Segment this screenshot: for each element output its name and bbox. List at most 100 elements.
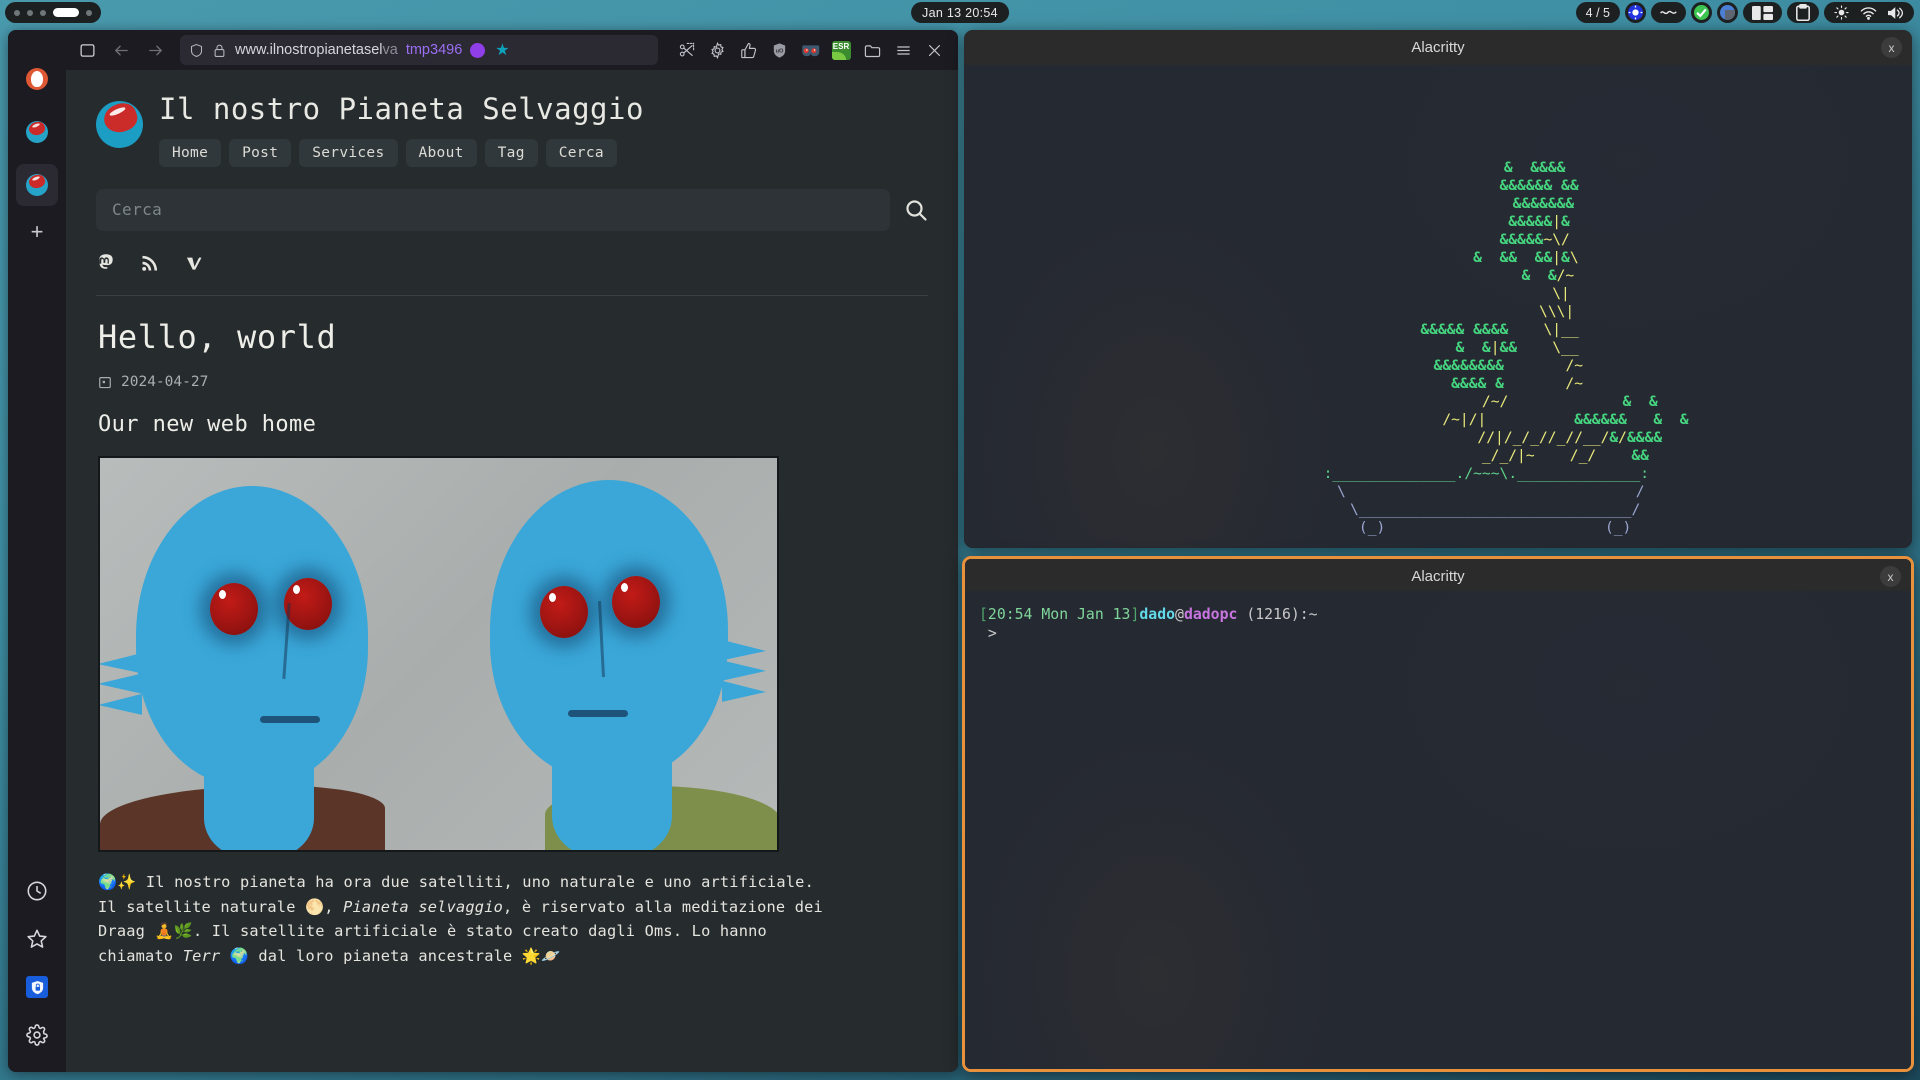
search-row: Cerca [96, 188, 928, 231]
tab-planet-2-selected[interactable]: × [16, 164, 58, 206]
title-bar[interactable]: Alacritty x [964, 30, 1912, 65]
sidebar-toggle-icon[interactable] [72, 35, 102, 65]
prompt-time: 20:54 Mon Jan 13 [987, 606, 1131, 623]
title-bar[interactable]: Alacritty x [965, 559, 1911, 594]
svg-text:uO: uO [775, 48, 783, 54]
container-tag-label[interactable]: tmp3496 [406, 42, 462, 58]
wave-icon[interactable] [1651, 2, 1686, 23]
thumbs-up-icon[interactable] [734, 36, 762, 64]
lock-icon [214, 44, 225, 57]
mouth [568, 709, 628, 717]
search-icon[interactable] [904, 198, 928, 222]
window-title: Alacritty [1411, 568, 1465, 585]
post-title: Hello, world [98, 317, 337, 356]
window-layout-icon[interactable] [1743, 2, 1782, 23]
planet-icon [26, 121, 48, 143]
workspace-dot-1[interactable] [14, 9, 20, 16]
web-page-content: Il nostro Pianeta Selvaggio Home Post Se… [66, 70, 958, 1072]
post-body: 🌍✨ Il nostro pianeta ha ora due satellit… [98, 870, 828, 969]
back-arrow-icon[interactable] [106, 35, 136, 65]
workspace-dot-4-active[interactable] [53, 8, 79, 17]
new-tab-button[interactable]: + [31, 221, 44, 243]
planet-logo-icon[interactable] [96, 101, 143, 148]
site-header: Il nostro Pianeta Selvaggio Home Post Se… [66, 70, 958, 295]
search-input[interactable]: Cerca [96, 188, 890, 231]
terminal-body[interactable]: [20:54 Mon Jan 13]dado@dadopc (1216):~ > [965, 591, 1911, 1069]
alacritty-window-bottom-focused[interactable]: Alacritty x [20:54 Mon Jan 13]dado@dadop… [962, 556, 1914, 1072]
site-title: Il nostro Pianeta Selvaggio [159, 92, 644, 126]
eye [210, 582, 258, 635]
nav-item-services[interactable]: Services [299, 138, 398, 167]
glasses-face-icon[interactable] [796, 36, 824, 64]
brand-row: Il nostro Pianeta Selvaggio Home Post Se… [96, 92, 928, 167]
desktop-status-bar: Jan 13 20:54 4 / 5 [0, 0, 1920, 25]
bitwarden-vault-icon[interactable] [26, 976, 48, 998]
rss-icon[interactable] [140, 253, 160, 273]
nav-item-cerca[interactable]: Cerca [545, 138, 617, 167]
url-bar[interactable]: www.ilnostropianetaselva tmp3496 ★ [180, 35, 658, 65]
planet-icon [26, 174, 48, 196]
container-color-dot [470, 42, 486, 58]
eye [284, 577, 332, 630]
shell-prompt: [20:54 Mon Jan 13]dado@dadopc (1216):~ > [965, 591, 1911, 643]
gear-icon[interactable] [703, 36, 731, 64]
quick-settings[interactable] [1824, 2, 1914, 23]
system-tray: 4 / 5 [1575, 2, 1914, 23]
nav-item-post[interactable]: Post [229, 138, 292, 167]
url-text[interactable]: www.ilnostropianetaselva [235, 42, 398, 58]
post-image [98, 455, 779, 852]
mastodon-icon[interactable] [96, 253, 116, 273]
terminal-body[interactable]: & &&&& &&&&&& && &&&&&&& &&&&&|& &&&&&~\… [964, 65, 1912, 548]
close-icon[interactable]: x [1881, 37, 1902, 58]
bluetooth-icon[interactable] [1717, 2, 1738, 23]
volume-icon [1888, 6, 1904, 19]
workspace-dot-2[interactable] [27, 9, 33, 16]
esr-leaf-badge-icon[interactable]: ESR [827, 36, 855, 64]
close-icon[interactable]: x [1880, 566, 1901, 587]
close-window-icon[interactable] [920, 36, 948, 64]
brightness-blue-icon[interactable] [1625, 2, 1646, 23]
vimeo-icon[interactable] [184, 253, 204, 273]
prompt-cursor-line: > [979, 625, 997, 642]
esr-label: ESR [832, 41, 850, 51]
nav-item-tag[interactable]: Tag [484, 138, 538, 167]
bookmarks-star-icon[interactable] [26, 928, 48, 950]
eye [612, 575, 660, 628]
tab-duckduckgo[interactable] [16, 58, 58, 100]
browser-toolbar: www.ilnostropianetaselva tmp3496 ★ uO ES… [66, 30, 958, 70]
article: Hello, world 2024-04-27 Our new web home [66, 296, 958, 969]
folder-icon[interactable] [858, 36, 886, 64]
prompt-bracket-open: [ [979, 606, 988, 623]
alacritty-window-top[interactable]: Alacritty x & &&&& &&&&&& && &&&&&&& &&&… [964, 30, 1912, 548]
prompt-user: dado [1139, 606, 1176, 623]
history-clock-icon[interactable] [26, 880, 48, 902]
cbonsai-ascii-art: & &&&& &&&&&& && &&&&&&& &&&&&|& &&&&&~\… [1323, 159, 1689, 536]
vertical-tab-strip: × + [8, 30, 66, 1072]
nav-item-home[interactable]: Home [159, 138, 222, 167]
ublock-origin-icon[interactable]: uO [765, 36, 793, 64]
ear-left [100, 652, 142, 715]
check-status-icon[interactable] [1691, 2, 1712, 23]
post-body-part-3: 🌍 dal loro pianeta ancestrale 🌟🪐 [220, 947, 561, 966]
post-date-text: 2024-04-27 [121, 373, 209, 390]
social-links [96, 253, 928, 295]
hamburger-menu-icon[interactable] [889, 36, 917, 64]
clock[interactable]: Jan 13 20:54 [911, 2, 1009, 23]
tab-planet-1[interactable] [16, 111, 58, 153]
settings-gear-icon[interactable] [26, 1024, 48, 1046]
forward-arrow-icon[interactable] [140, 35, 170, 65]
workspace-dot-3[interactable] [40, 9, 46, 16]
shield-icon [190, 43, 203, 57]
workspace-dot-5[interactable] [86, 9, 92, 16]
nav-item-about[interactable]: About [405, 138, 477, 167]
ear-right [722, 639, 766, 702]
workspace-indicator[interactable] [5, 2, 101, 23]
extension-icons: uO ESR [672, 36, 948, 64]
alien-head-right [490, 479, 728, 780]
bookmark-star-icon[interactable]: ★ [495, 40, 509, 60]
post-date: 2024-04-27 [98, 374, 926, 390]
clipboard-icon[interactable] [1787, 2, 1819, 23]
screenshot-scissors-icon[interactable] [672, 36, 700, 64]
calendar-icon [99, 376, 111, 389]
page-indicator[interactable]: 4 / 5 [1575, 2, 1620, 23]
